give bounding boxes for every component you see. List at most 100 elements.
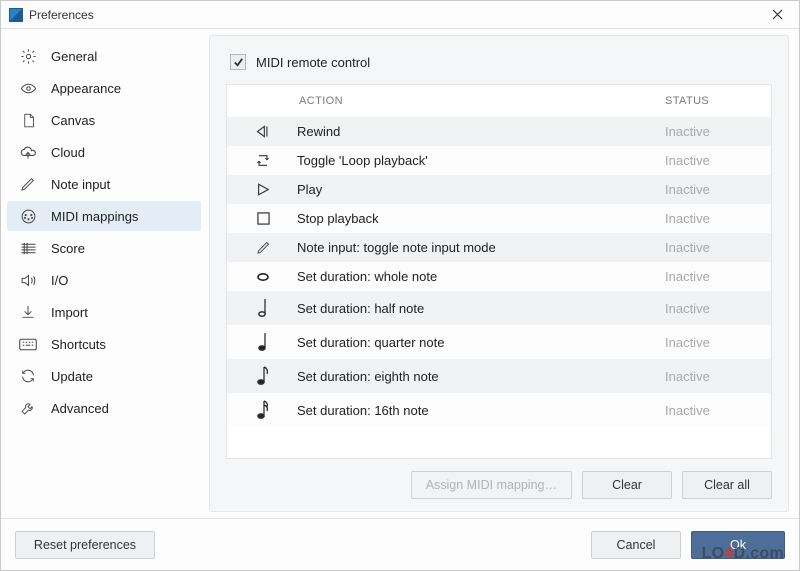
row-status: Inactive	[665, 124, 755, 139]
whole-note-icon	[243, 272, 283, 282]
refresh-icon	[19, 367, 37, 385]
cloud-icon	[19, 143, 37, 161]
quarter-note-icon	[243, 332, 283, 352]
sidebar-item-label: Appearance	[51, 81, 121, 96]
window-title: Preferences	[29, 8, 94, 22]
sidebar-item-noteinput[interactable]: Note input	[7, 169, 201, 199]
row-status: Inactive	[665, 301, 755, 316]
close-icon	[772, 9, 783, 20]
sidebar-item-label: Import	[51, 305, 88, 320]
sidebar-item-label: Canvas	[51, 113, 95, 128]
sidebar-item-advanced[interactable]: Advanced	[7, 393, 201, 423]
clear-button[interactable]: Clear	[582, 471, 672, 499]
sidebar-item-import[interactable]: Import	[7, 297, 201, 327]
table-row[interactable]: Note input: toggle note input mode Inact…	[227, 233, 771, 262]
table-body: Rewind Inactive Toggle 'Loop playback' I…	[227, 117, 771, 427]
table-row[interactable]: Rewind Inactive	[227, 117, 771, 146]
preferences-window: Preferences General Appearance	[0, 0, 800, 571]
body: General Appearance Canvas Cloud	[1, 29, 799, 518]
ok-button[interactable]: Ok	[691, 531, 785, 559]
sidebar-item-appearance[interactable]: Appearance	[7, 73, 201, 103]
mappings-table: ACTION STATUS Rewind Inactive Toggle 'Lo…	[226, 84, 772, 459]
content-panel: MIDI remote control ACTION STATUS Rewind…	[209, 35, 789, 512]
loop-icon	[243, 153, 283, 168]
table-row[interactable]: Set duration: quarter note Inactive	[227, 325, 771, 359]
row-status: Inactive	[665, 403, 755, 418]
row-name: Set duration: eighth note	[283, 369, 665, 384]
assign-midi-mapping-button[interactable]: Assign MIDI mapping…	[411, 471, 572, 499]
table-row[interactable]: Set duration: 16th note Inactive	[227, 393, 771, 427]
gear-icon	[19, 47, 37, 65]
speaker-icon	[19, 271, 37, 289]
column-action: ACTION	[299, 95, 665, 107]
row-name: Set duration: quarter note	[283, 335, 665, 350]
row-status: Inactive	[665, 240, 755, 255]
stop-icon	[243, 212, 283, 225]
sidebar-item-canvas[interactable]: Canvas	[7, 105, 201, 135]
table-row[interactable]: Set duration: whole note Inactive	[227, 262, 771, 291]
sidebar-item-label: Cloud	[51, 145, 85, 160]
row-status: Inactive	[665, 211, 755, 226]
row-name: Stop playback	[283, 211, 665, 226]
midi-remote-control-label: MIDI remote control	[256, 55, 370, 70]
action-buttons: Assign MIDI mapping… Clear Clear all	[226, 459, 772, 499]
sidebar-item-label: Update	[51, 369, 93, 384]
pencil-icon	[19, 175, 37, 193]
eye-icon	[19, 79, 37, 97]
titlebar-left: Preferences	[9, 8, 94, 22]
sidebar-item-shortcuts[interactable]: Shortcuts	[7, 329, 201, 359]
row-status: Inactive	[665, 369, 755, 384]
column-status: STATUS	[665, 95, 755, 107]
score-icon	[19, 239, 37, 257]
table-row[interactable]: Set duration: eighth note Inactive	[227, 359, 771, 393]
midi-icon	[19, 207, 37, 225]
eighth-note-icon	[243, 366, 283, 386]
row-status: Inactive	[665, 153, 755, 168]
play-icon	[243, 182, 283, 197]
half-note-icon	[243, 298, 283, 318]
row-status: Inactive	[665, 269, 755, 284]
midi-remote-control-checkbox[interactable]	[230, 54, 246, 70]
table-row[interactable]: Toggle 'Loop playback' Inactive	[227, 146, 771, 175]
table-row[interactable]: Set duration: half note Inactive	[227, 291, 771, 325]
table-header: ACTION STATUS	[227, 85, 771, 117]
midi-remote-control-row: MIDI remote control	[226, 50, 772, 84]
sidebar-item-midimappings[interactable]: MIDI mappings	[7, 201, 201, 231]
footer: Reset preferences Cancel Ok	[1, 518, 799, 570]
row-name: Set duration: half note	[283, 301, 665, 316]
sixteenth-note-icon	[243, 400, 283, 420]
app-icon	[9, 8, 23, 22]
row-name: Set duration: whole note	[283, 269, 665, 284]
import-icon	[19, 303, 37, 321]
reset-preferences-button[interactable]: Reset preferences	[15, 531, 155, 559]
sidebar-item-update[interactable]: Update	[7, 361, 201, 391]
sidebar-item-label: I/O	[51, 273, 68, 288]
wrench-icon	[19, 399, 37, 417]
row-name: Play	[283, 182, 665, 197]
check-icon	[233, 57, 244, 68]
sidebar-item-label: General	[51, 49, 97, 64]
sidebar-item-label: MIDI mappings	[51, 209, 138, 224]
row-status: Inactive	[665, 182, 755, 197]
table-row[interactable]: Play Inactive	[227, 175, 771, 204]
titlebar: Preferences	[1, 1, 799, 29]
row-status: Inactive	[665, 335, 755, 350]
sidebar-item-label: Note input	[51, 177, 110, 192]
row-name: Rewind	[283, 124, 665, 139]
clear-all-button[interactable]: Clear all	[682, 471, 772, 499]
keyboard-icon	[19, 335, 37, 353]
footer-right: Cancel Ok	[591, 531, 785, 559]
sidebar-item-io[interactable]: I/O	[7, 265, 201, 295]
document-icon	[19, 111, 37, 129]
cancel-button[interactable]: Cancel	[591, 531, 681, 559]
close-button[interactable]	[765, 5, 789, 25]
table-row[interactable]: Stop playback Inactive	[227, 204, 771, 233]
sidebar-item-label: Advanced	[51, 401, 109, 416]
sidebar-item-general[interactable]: General	[7, 41, 201, 71]
row-name: Note input: toggle note input mode	[283, 240, 665, 255]
pencil-icon	[243, 240, 283, 255]
sidebar-item-cloud[interactable]: Cloud	[7, 137, 201, 167]
sidebar-item-score[interactable]: Score	[7, 233, 201, 263]
row-name: Set duration: 16th note	[283, 403, 665, 418]
row-name: Toggle 'Loop playback'	[283, 153, 665, 168]
